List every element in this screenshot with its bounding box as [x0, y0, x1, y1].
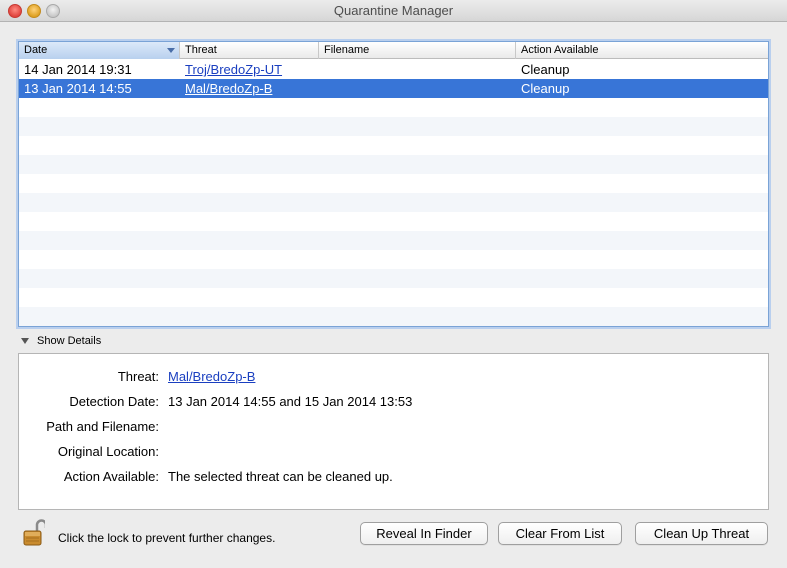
detail-path-row: Path and Filename: — [19, 417, 768, 437]
empty-row — [19, 288, 768, 307]
quarantine-table[interactable]: Date Threat Filename Action Available 14… — [18, 41, 769, 327]
detail-value: 13 Jan 2014 14:55 and 15 Jan 2014 13:53 — [168, 394, 413, 409]
column-header-filename[interactable]: Filename — [319, 42, 516, 59]
open-lock-icon[interactable] — [23, 517, 48, 547]
row-threat-link[interactable]: Mal/BredoZp-B — [180, 79, 272, 98]
empty-row — [19, 193, 768, 212]
minimize-window-icon[interactable] — [27, 4, 41, 18]
column-header-threat[interactable]: Threat — [180, 42, 319, 59]
row-action: Cleanup — [521, 81, 570, 96]
title-bar[interactable]: Quarantine Manager — [0, 0, 787, 22]
column-header-action-label: Action Available — [521, 44, 599, 56]
zoom-window-icon[interactable] — [46, 4, 60, 18]
empty-row — [19, 269, 768, 288]
row-filename — [319, 79, 324, 98]
table-body: 14 Jan 2014 19:31 Troj/BredoZp-UT Cleanu… — [19, 60, 768, 326]
empty-row — [19, 174, 768, 193]
row-threat-link[interactable]: Troj/BredoZp-UT — [180, 60, 282, 79]
column-header-filename-label: Filename — [324, 44, 370, 56]
table-row-selected[interactable]: 13 Jan 2014 14:55 Mal/BredoZp-B Cleanup — [19, 79, 768, 98]
detail-original-location-row: Original Location: — [19, 442, 768, 462]
detail-label: Original Location: — [57, 444, 159, 459]
column-header-date-label: Date — [24, 44, 48, 56]
empty-row — [19, 155, 768, 174]
detail-label: Path and Filename: — [46, 419, 159, 434]
detail-label: Threat: — [117, 369, 159, 384]
lock-hint-text: Click the lock to prevent further change… — [58, 531, 276, 545]
clean-up-threat-button[interactable]: Clean Up Threat — [635, 522, 768, 545]
detail-value: The selected threat can be cleaned up. — [168, 469, 393, 484]
detail-action-row: Action Available: The selected threat ca… — [19, 467, 768, 487]
empty-row — [19, 231, 768, 250]
empty-row — [19, 98, 768, 117]
quarantine-manager-window: Quarantine Manager Date Threat Filename … — [0, 0, 787, 568]
row-date: 13 Jan 2014 14:55 — [24, 81, 132, 96]
show-details-label: Show Details — [37, 335, 102, 347]
empty-row — [19, 307, 768, 326]
table-header: Date Threat Filename Action Available — [19, 42, 768, 59]
empty-row — [19, 117, 768, 136]
table-row[interactable]: 14 Jan 2014 19:31 Troj/BredoZp-UT Cleanu… — [19, 60, 768, 79]
details-panel: Threat: Mal/BredoZp-B Detection Date: 13… — [18, 353, 769, 510]
detail-threat-row: Threat: Mal/BredoZp-B — [19, 367, 768, 387]
column-header-threat-label: Threat — [185, 44, 217, 56]
reveal-in-finder-button[interactable]: Reveal In Finder — [360, 522, 488, 545]
close-window-icon[interactable] — [8, 4, 22, 18]
show-details-toggle[interactable]: Show Details — [21, 334, 101, 348]
row-action: Cleanup — [521, 62, 570, 77]
detail-label: Action Available: — [63, 469, 159, 484]
clear-from-list-button[interactable]: Clear From List — [498, 522, 622, 545]
row-filename — [319, 60, 324, 79]
disclosure-triangle-icon — [21, 338, 29, 345]
empty-row — [19, 212, 768, 231]
window-title: Quarantine Manager — [333, 3, 454, 18]
detail-label: Detection Date: — [69, 394, 159, 409]
row-date: 14 Jan 2014 19:31 — [24, 62, 132, 77]
empty-row — [19, 250, 768, 269]
column-header-action[interactable]: Action Available — [516, 42, 768, 59]
detail-threat-link[interactable]: Mal/BredoZp-B — [168, 367, 255, 387]
column-header-date[interactable]: Date — [19, 42, 180, 59]
sort-descending-icon — [167, 48, 175, 53]
detail-detection-date-row: Detection Date: 13 Jan 2014 14:55 and 15… — [19, 392, 768, 412]
empty-row — [19, 136, 768, 155]
